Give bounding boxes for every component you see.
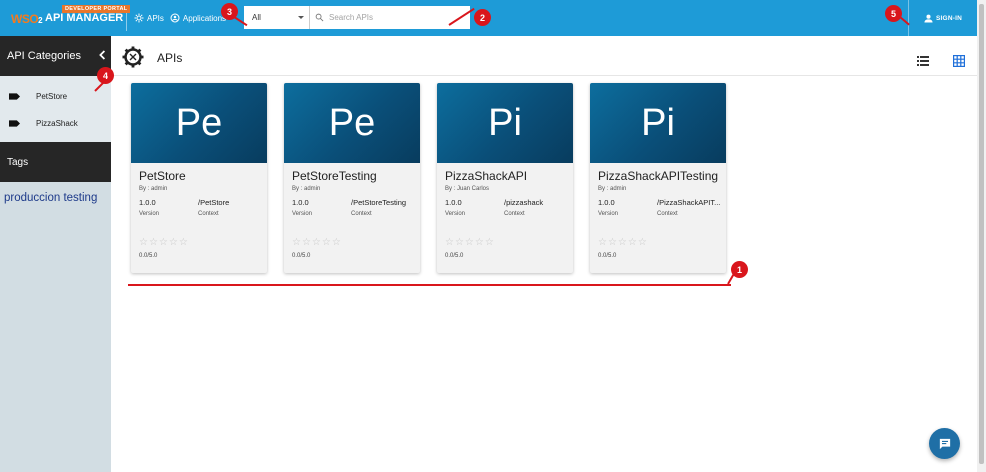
context-label: Context [504, 211, 525, 217]
api-context: /PizzaShackAPIT... [657, 198, 721, 207]
chevron-down-icon [298, 16, 304, 19]
rating-value: 0.0/5.0 [292, 253, 311, 259]
tag-icon [9, 93, 20, 100]
api-meta: 1.0.0 Version /pizzashack Context [445, 198, 573, 217]
category-label: PetStore [36, 92, 68, 101]
chat-button[interactable] [929, 428, 960, 459]
scrollbar-thumb[interactable] [979, 4, 984, 464]
api-version: 1.0.0 [445, 198, 462, 207]
api-meta: 1.0.0 Version /PetStore Context [139, 198, 267, 217]
api-thumbnail[interactable]: Pe [284, 83, 420, 163]
vertical-scrollbar[interactable] [977, 0, 986, 472]
rating-value: 0.0/5.0 [445, 253, 464, 259]
api-name[interactable]: PetStoreTesting [292, 169, 420, 183]
gear-icon [134, 13, 144, 23]
star-rating[interactable]: ☆☆☆☆☆ [598, 237, 726, 248]
api-thumbnail[interactable]: Pi [590, 83, 726, 163]
search-scope-value: All [252, 13, 261, 22]
category-list: PetStore PizzaShack [0, 76, 111, 142]
api-thumbnail[interactable]: Pe [131, 83, 267, 163]
api-version: 1.0.0 [598, 198, 615, 207]
apis-gear-icon [122, 46, 144, 68]
sign-in-label: SIGN-IN [936, 14, 962, 22]
annotation-underline [128, 284, 731, 286]
search-icon [315, 13, 324, 22]
api-context: /PetStore [198, 198, 230, 207]
tag-icon [9, 120, 20, 127]
list-view-icon[interactable] [917, 56, 929, 66]
search-group: All [244, 6, 470, 29]
annotation-marker-5: 5 [885, 5, 902, 22]
star-rating[interactable]: ☆☆☆☆☆ [445, 237, 573, 248]
star-rating[interactable]: ☆☆☆☆☆ [292, 237, 420, 248]
search-input[interactable] [329, 13, 449, 22]
api-name[interactable]: PetStore [139, 169, 267, 183]
api-categories-title: API Categories [7, 50, 81, 62]
page-header: APIs [111, 36, 977, 76]
wso2-logo[interactable]: DEVELOPER PORTAL WSO2 API MANAGER [0, 0, 131, 36]
tag-cloud-item[interactable]: produccion testing [0, 182, 111, 204]
page-title: APIs [157, 51, 183, 65]
annotation-marker-1: 1 [731, 261, 748, 278]
sign-in-button[interactable]: SIGN-IN [908, 0, 977, 36]
context-label: Context [198, 211, 219, 217]
api-version: 1.0.0 [139, 198, 156, 207]
apps-icon [170, 13, 180, 23]
api-meta: 1.0.0 Version /PetStoreTesting Context [292, 198, 420, 217]
grid-view-icon[interactable] [953, 55, 965, 67]
sidebar: API Categories PetStore PizzaShack Tags … [0, 36, 111, 472]
nav-apis-link[interactable]: APIs [131, 0, 167, 36]
api-context: /PetStoreTesting [351, 198, 407, 207]
app-window: DEVELOPER PORTAL WSO2 API MANAGER APIs A… [0, 0, 986, 472]
api-categories-header: API Categories [0, 36, 111, 76]
star-rating[interactable]: ☆☆☆☆☆ [139, 237, 267, 248]
api-thumbnail[interactable]: Pi [437, 83, 573, 163]
context-label: Context [657, 211, 678, 217]
api-author: By : Juan Carlos [445, 186, 490, 192]
tags-header: Tags [0, 142, 111, 182]
annotation-marker-2: 2 [474, 9, 491, 26]
api-author: By : admin [139, 186, 168, 192]
version-label: Version [139, 211, 160, 217]
category-item-pizzashack[interactable]: PizzaShack [0, 110, 111, 137]
chevron-left-icon[interactable] [98, 50, 106, 60]
tags-title: Tags [7, 156, 29, 168]
search-box [310, 6, 470, 29]
nav-apis-label: APIs [147, 13, 164, 23]
api-name[interactable]: PizzaShackAPITesting [598, 169, 726, 183]
version-label: Version [598, 211, 619, 217]
product-name: API MANAGER [45, 12, 124, 24]
api-card-pizzashackapitesting[interactable]: Pi PizzaShackAPITesting By : admin 1.0.0… [590, 83, 726, 273]
api-meta: 1.0.0 Version /PizzaShackAPIT... Context [598, 198, 726, 217]
api-context: /pizzashack [504, 198, 544, 207]
version-label: Version [292, 211, 313, 217]
rating-value: 0.0/5.0 [139, 253, 158, 259]
context-label: Context [351, 211, 372, 217]
api-author: By : admin [292, 186, 321, 192]
api-name[interactable]: PizzaShackAPI [445, 169, 573, 183]
main-content: APIs Pe PetStore By : admin 1.0.0 Version… [111, 36, 977, 472]
wso2-wordmark: WSO2 [11, 12, 43, 26]
annotation-marker-3: 3 [221, 3, 238, 20]
user-icon [924, 14, 933, 23]
category-item-petstore[interactable]: PetStore [0, 83, 111, 110]
api-version: 1.0.0 [292, 198, 309, 207]
category-label: PizzaShack [36, 119, 78, 128]
api-card-petstore[interactable]: Pe PetStore By : admin 1.0.0 Version /Pet… [131, 83, 267, 273]
api-card-pizzashackapi[interactable]: Pi PizzaShackAPI By : Juan Carlos 1.0.0 V… [437, 83, 573, 273]
nav-applications-label: Applications [182, 13, 227, 23]
annotation-marker-4: 4 [97, 67, 114, 84]
chat-icon [939, 438, 950, 449]
search-scope-select[interactable]: All [244, 6, 310, 29]
api-card-petstoretesting[interactable]: Pe PetStoreTesting By : admin 1.0.0 Versi… [284, 83, 420, 273]
api-author: By : admin [598, 186, 627, 192]
version-label: Version [445, 211, 466, 217]
rating-value: 0.0/5.0 [598, 253, 617, 259]
